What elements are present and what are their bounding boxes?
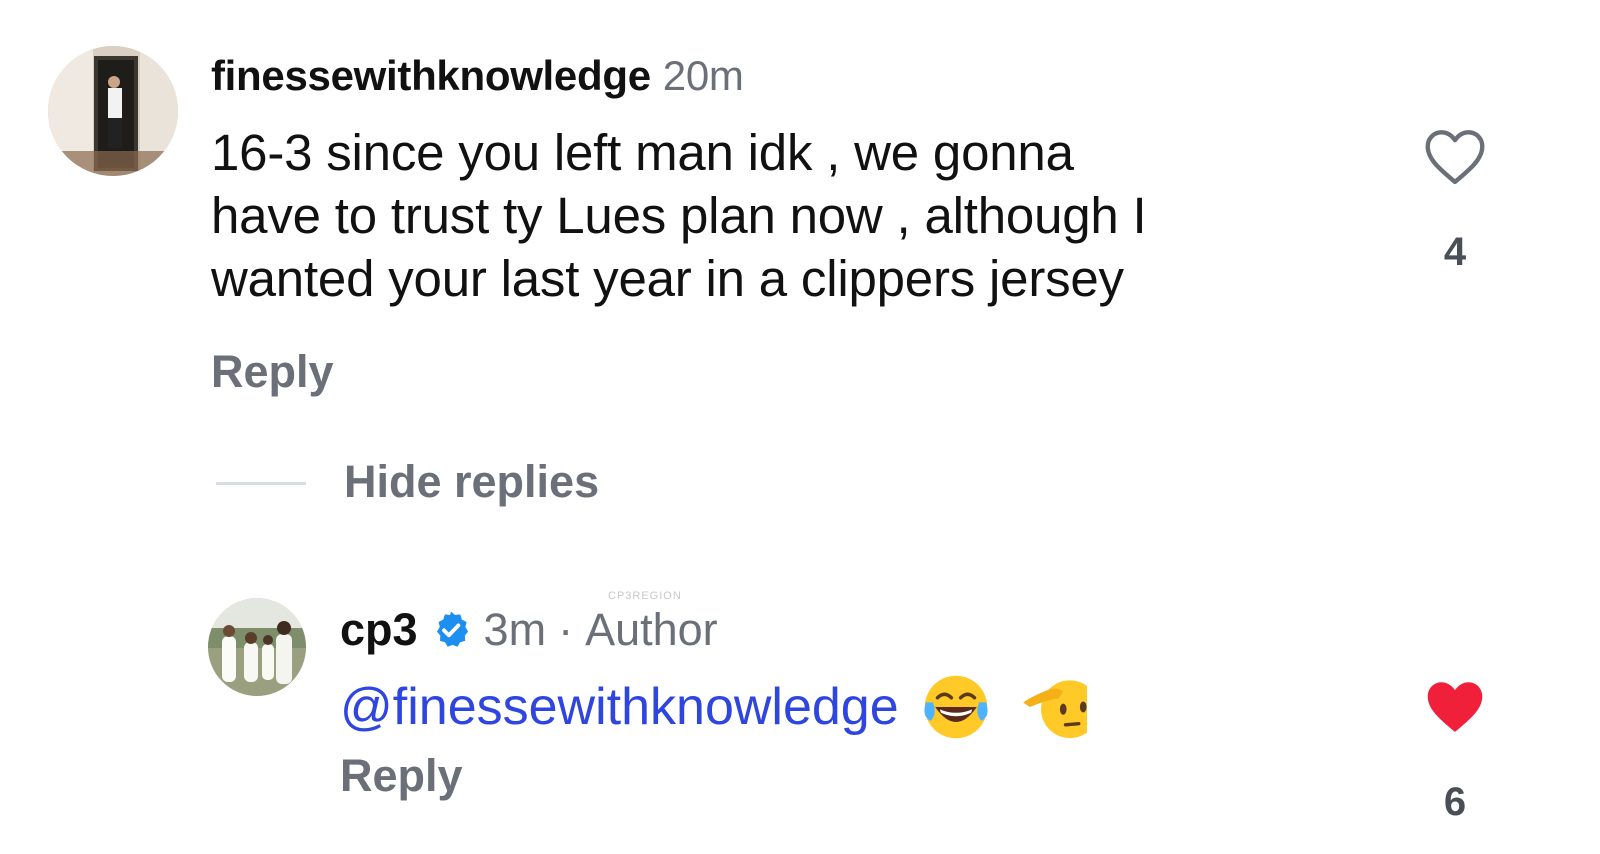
reply-button[interactable]: Reply — [211, 346, 334, 398]
reply-avatar[interactable] — [208, 598, 306, 696]
author-label: Author — [585, 604, 718, 655]
like-count: 6 — [1443, 780, 1467, 824]
verified-badge-icon — [436, 611, 468, 647]
meta-separator: · — [558, 604, 574, 655]
comment-line: 16-3 since you left man idk , we gonna — [211, 124, 1074, 181]
like-button[interactable] — [1422, 676, 1488, 736]
comment-line: wanted your last year in a clippers jers… — [211, 250, 1124, 307]
face-with-tears-of-joy-icon — [924, 675, 988, 739]
like-button[interactable] — [1422, 126, 1488, 186]
commenter-username[interactable]: finessewithknowledge 20m — [211, 52, 744, 100]
mention-link[interactable]: @finessewithknowledge — [340, 677, 899, 737]
reply-username[interactable]: cp3 — [340, 604, 418, 656]
comment-text: 16-3 since you left man idk , we gonna h… — [211, 121, 1147, 310]
replies-divider — [216, 482, 306, 485]
saluting-face-icon — [1021, 670, 1087, 744]
reply-text: @finessewithknowledge — [340, 672, 1087, 742]
heart-outline-icon — [1425, 130, 1485, 185]
watermark: CP3REGION — [608, 590, 682, 602]
commenter-avatar[interactable] — [48, 46, 178, 176]
like-count: 4 — [1443, 230, 1467, 274]
reply-header: cp3 3m · Author — [340, 602, 718, 658]
reply-button[interactable]: Reply — [340, 750, 463, 802]
heart-filled-icon — [1427, 682, 1483, 732]
username-text[interactable]: finessewithknowledge — [211, 52, 651, 99]
hide-replies-button[interactable]: Hide replies — [344, 456, 599, 508]
comment-time: 20m — [662, 52, 744, 99]
comment-line: have to trust ty Lues plan now , althoug… — [211, 187, 1147, 244]
reply-time: 3m — [483, 604, 547, 655]
